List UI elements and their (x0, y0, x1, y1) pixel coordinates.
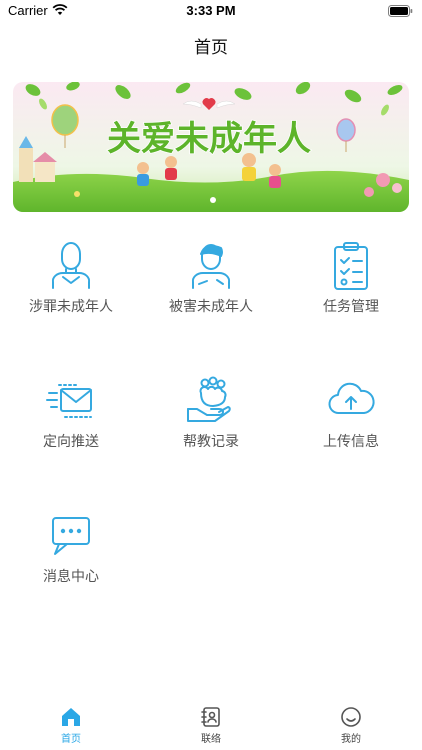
grid-label: 帮教记录 (183, 434, 239, 450)
banner-image[interactable]: 关爱未成年人 (13, 82, 409, 212)
cloud-upload-icon (328, 382, 375, 415)
contacts-icon (201, 707, 220, 727)
grid-item-assistance-records[interactable]: 帮教记录 (141, 375, 281, 485)
chat-bubble-icon (52, 517, 90, 555)
person-outline-icon (51, 242, 91, 289)
helping-hand-icon (187, 376, 231, 422)
grid-item-victim-minors[interactable]: 被害未成年人 (141, 240, 281, 350)
tab-home[interactable]: 首页 (31, 706, 111, 746)
envelope-send-icon (46, 384, 92, 418)
battery-icon (388, 5, 413, 17)
tab-bar: 首页 联络 我的 (0, 700, 422, 750)
clipboard-checklist-icon (334, 242, 368, 290)
tab-mine[interactable]: 我的 (311, 706, 391, 746)
grid-item-involved-minors[interactable]: 涉罪未成年人 (1, 240, 141, 350)
person-hurt-icon (191, 244, 231, 289)
grid-item-task-management[interactable]: 任务管理 (281, 240, 421, 350)
smiley-icon (341, 707, 361, 727)
home-icon (62, 708, 80, 726)
tab-contacts[interactable]: 联络 (171, 706, 251, 746)
status-bar: Carrier 3:33 PM (0, 0, 422, 22)
grid-label: 定向推送 (43, 434, 99, 450)
grid-item-targeted-push[interactable]: 定向推送 (1, 375, 141, 485)
tab-label: 联络 (201, 734, 221, 745)
grid-label: 上传信息 (323, 434, 379, 450)
tab-label: 首页 (61, 734, 81, 745)
grid-label: 任务管理 (323, 299, 379, 315)
status-time: 3:33 PM (186, 3, 236, 18)
grid-item-message-center[interactable]: 消息中心 (1, 510, 141, 620)
tab-label: 我的 (341, 734, 361, 745)
grid-label: 涉罪未成年人 (29, 299, 113, 315)
banner-title: 关爱未成年人 (107, 119, 311, 159)
grid-item-upload-info[interactable]: 上传信息 (281, 375, 421, 485)
page-title: 首页 (194, 38, 228, 58)
grid-label: 消息中心 (43, 569, 99, 585)
grid-label: 被害未成年人 (169, 299, 253, 315)
